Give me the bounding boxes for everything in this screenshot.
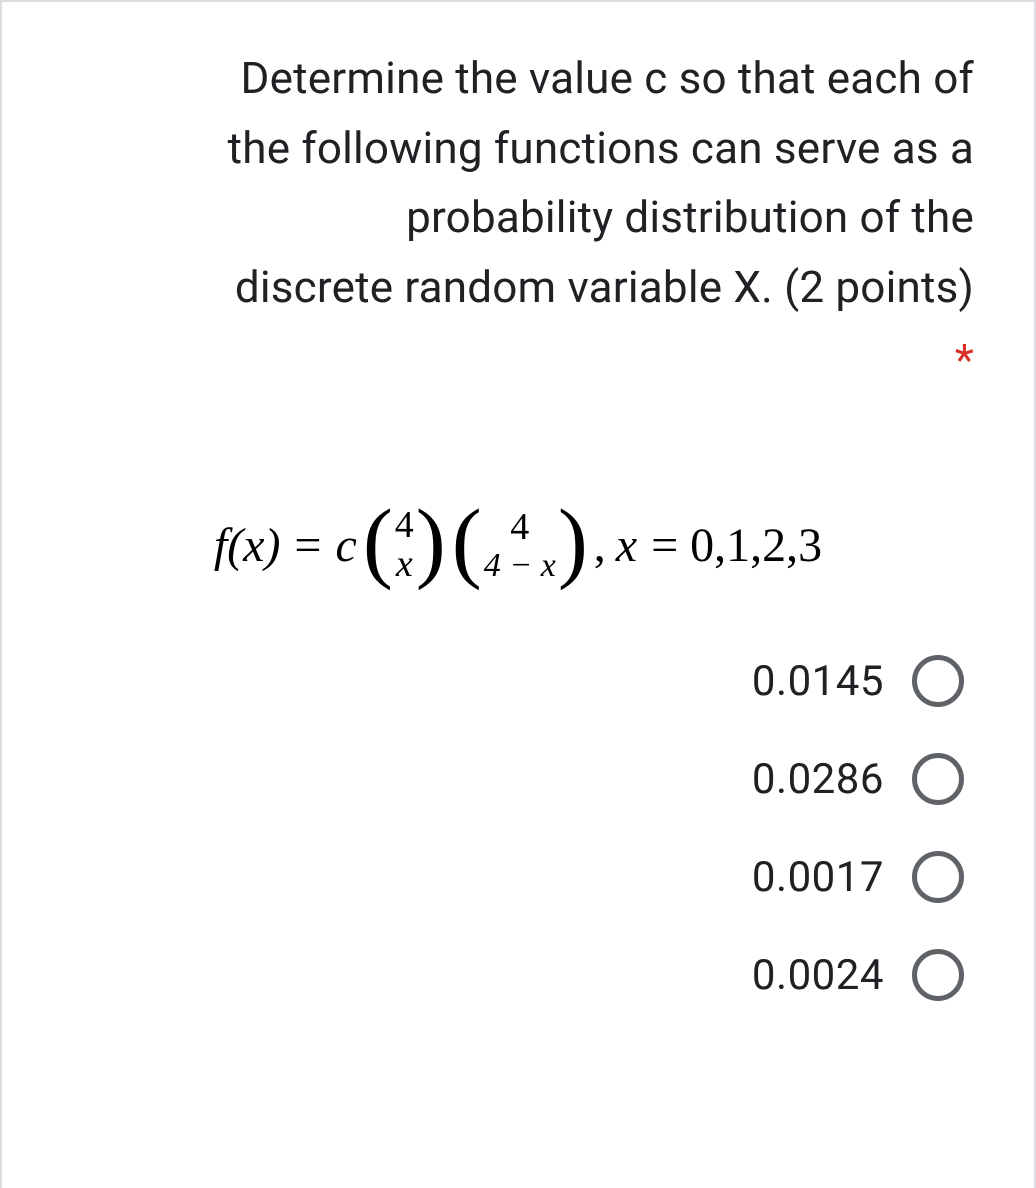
question-text: Determine the value c so that each of th… [62,44,974,396]
option-1[interactable]: 0.0145 [752,655,964,707]
formula-container: f(x) = c ( 4 x ) ( 4 4 − x ) , x [62,506,974,586]
formula-var: x [616,518,637,573]
required-asterisk: * [62,326,974,396]
options-list: 0.0145 0.0286 0.0017 0.0024 [62,655,974,1001]
formula-lhs: f(x) [214,518,281,573]
option-1-label: 0.0145 [752,657,884,706]
question-line-2: the following functions can serve as a [228,122,974,174]
option-2-label: 0.0286 [752,755,884,804]
formula: f(x) = c ( 4 x ) ( 4 4 − x ) , x [214,506,822,586]
question-line-1: Determine the value c so that each of [241,52,974,104]
radio-icon[interactable] [912,949,964,1001]
binom1-bottom: x [396,545,413,585]
right-paren-2: ) [558,510,588,573]
binom2-bottom: 4 − x [484,548,556,584]
binomial-2: ( 4 4 − x ) [452,508,588,584]
option-4-label: 0.0024 [752,951,884,1000]
option-4[interactable]: 0.0024 [752,949,964,1001]
form-question-card: Determine the value c so that each of th… [0,0,1036,1188]
formula-comma: , [594,518,606,573]
option-3-label: 0.0017 [752,853,884,902]
binom2-top: 4 [510,508,529,548]
radio-icon[interactable] [912,655,964,707]
radio-icon[interactable] [912,851,964,903]
question-line-4: discrete random variable X. (2 points) [235,261,974,313]
question-line-3: probability distribution of the [406,191,974,243]
radio-icon[interactable] [912,753,964,805]
binom1-top: 4 [395,506,414,546]
option-2[interactable]: 0.0286 [752,753,964,805]
formula-domain: = 0,1,2,3 [651,518,822,573]
option-3[interactable]: 0.0017 [752,851,964,903]
binomial-1: ( 4 x ) [363,506,446,586]
formula-equals: = [294,518,321,573]
formula-coef: c [336,518,357,573]
left-paren-1: ( [363,510,393,573]
right-paren-1: ) [416,510,446,573]
left-paren-2: ( [452,510,482,573]
